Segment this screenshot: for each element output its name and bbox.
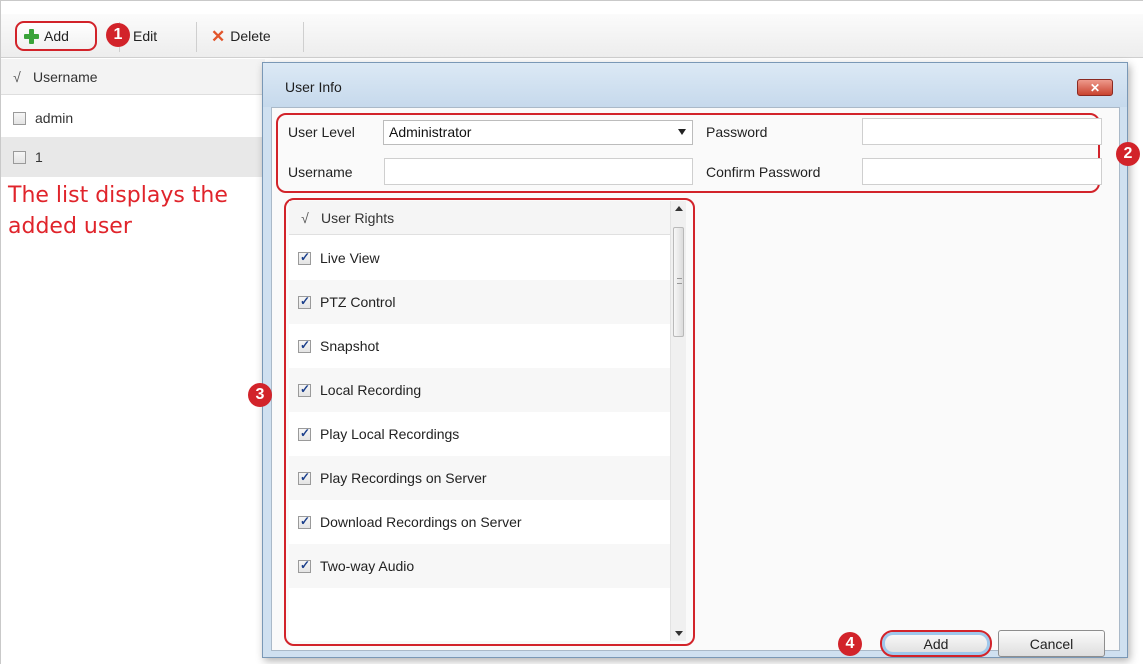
check-column-header: √ bbox=[13, 68, 21, 85]
rights-check-column-header: √ bbox=[301, 209, 309, 226]
right-checkbox[interactable] bbox=[298, 294, 311, 309]
right-label: Play Recordings on Server bbox=[320, 470, 487, 486]
right-label: Two-way Audio bbox=[320, 558, 415, 574]
username-cell: 1 bbox=[35, 149, 43, 165]
delete-icon: ✕ bbox=[211, 26, 226, 46]
user-list-row[interactable]: 1 bbox=[1, 137, 265, 177]
chevron-down-icon bbox=[678, 129, 686, 135]
annotation-note: The list displays the added user bbox=[8, 183, 228, 239]
scroll-up-icon[interactable] bbox=[675, 206, 683, 211]
right-row-local-recording[interactable]: Local Recording bbox=[289, 368, 684, 412]
dialog-cancel-button[interactable]: Cancel bbox=[998, 630, 1105, 657]
add-button[interactable]: Add bbox=[15, 21, 97, 51]
right-label: Live View bbox=[320, 250, 380, 266]
right-row-snapshot[interactable]: Snapshot bbox=[289, 324, 684, 368]
right-label: Snapshot bbox=[320, 338, 380, 354]
toolbar-separator bbox=[303, 22, 304, 52]
right-row-live-view[interactable]: Live View bbox=[289, 236, 684, 280]
right-row-ptz-control[interactable]: PTZ Control bbox=[289, 280, 684, 324]
password-field[interactable] bbox=[862, 118, 1102, 145]
right-label: PTZ Control bbox=[320, 294, 396, 310]
rights-header: √ User Rights bbox=[289, 201, 684, 235]
dialog-add-button[interactable]: Add bbox=[880, 630, 992, 657]
callout-badge-4: 4 bbox=[838, 632, 862, 656]
user-rights-table: √ User Rights Live View PTZ Control Snap… bbox=[289, 201, 684, 641]
username-field[interactable] bbox=[384, 158, 693, 185]
edit-button[interactable]: Edit bbox=[127, 21, 163, 51]
edit-button-label: Edit bbox=[133, 28, 158, 44]
username-column-header: Username bbox=[33, 68, 98, 85]
close-icon[interactable]: ✕ bbox=[1077, 79, 1113, 96]
right-checkbox[interactable] bbox=[298, 382, 311, 397]
right-checkbox[interactable] bbox=[298, 470, 311, 485]
toolbar: Add Edit ✕ Delete bbox=[1, 14, 1143, 58]
dialog-titlebar: User Info ✕ bbox=[263, 63, 1127, 107]
right-row-download-recordings-on-server[interactable]: Download Recordings on Server bbox=[289, 500, 684, 544]
delete-button-label: Delete bbox=[230, 28, 271, 44]
user-level-value: Administrator bbox=[389, 124, 472, 140]
username-cell: admin bbox=[35, 110, 74, 126]
right-row-two-way-audio[interactable]: Two-way Audio bbox=[289, 544, 684, 588]
callout-badge-1: 1 bbox=[106, 23, 130, 47]
user-list-header: √ Username bbox=[1, 59, 265, 95]
toolbar-separator bbox=[196, 22, 197, 52]
confirm-password-label: Confirm Password bbox=[706, 164, 821, 180]
scrollbar-thumb[interactable] bbox=[673, 227, 684, 337]
user-level-select[interactable]: Administrator bbox=[383, 120, 693, 145]
add-button-label: Add bbox=[44, 28, 69, 44]
right-row-play-recordings-on-server[interactable]: Play Recordings on Server bbox=[289, 456, 684, 500]
right-label: Play Local Recordings bbox=[320, 426, 460, 442]
username-label: Username bbox=[288, 164, 353, 180]
delete-button[interactable]: ✕ Delete bbox=[205, 21, 277, 51]
row-checkbox[interactable] bbox=[13, 150, 26, 164]
grip-icon bbox=[677, 278, 682, 284]
callout-badge-3: 3 bbox=[248, 383, 272, 407]
user-level-label: User Level bbox=[288, 124, 355, 140]
right-checkbox[interactable] bbox=[298, 514, 311, 529]
user-list-row[interactable]: admin bbox=[1, 98, 265, 138]
right-checkbox[interactable] bbox=[298, 426, 311, 441]
rights-column-header: User Rights bbox=[321, 209, 395, 226]
plus-icon bbox=[23, 28, 39, 44]
right-row-play-local-recordings[interactable]: Play Local Recordings bbox=[289, 412, 684, 456]
password-label: Password bbox=[706, 124, 768, 140]
callout-badge-2: 2 bbox=[1116, 142, 1140, 166]
right-checkbox[interactable] bbox=[298, 558, 311, 573]
right-label: Download Recordings on Server bbox=[320, 514, 522, 530]
rights-scrollbar[interactable] bbox=[670, 201, 686, 641]
right-label: Local Recording bbox=[320, 382, 422, 398]
row-checkbox[interactable] bbox=[13, 111, 26, 125]
right-checkbox[interactable] bbox=[298, 338, 311, 353]
right-checkbox[interactable] bbox=[298, 250, 311, 265]
dialog-title: User Info bbox=[285, 79, 342, 95]
scroll-down-icon[interactable] bbox=[675, 631, 683, 636]
confirm-password-field[interactable] bbox=[862, 158, 1102, 185]
